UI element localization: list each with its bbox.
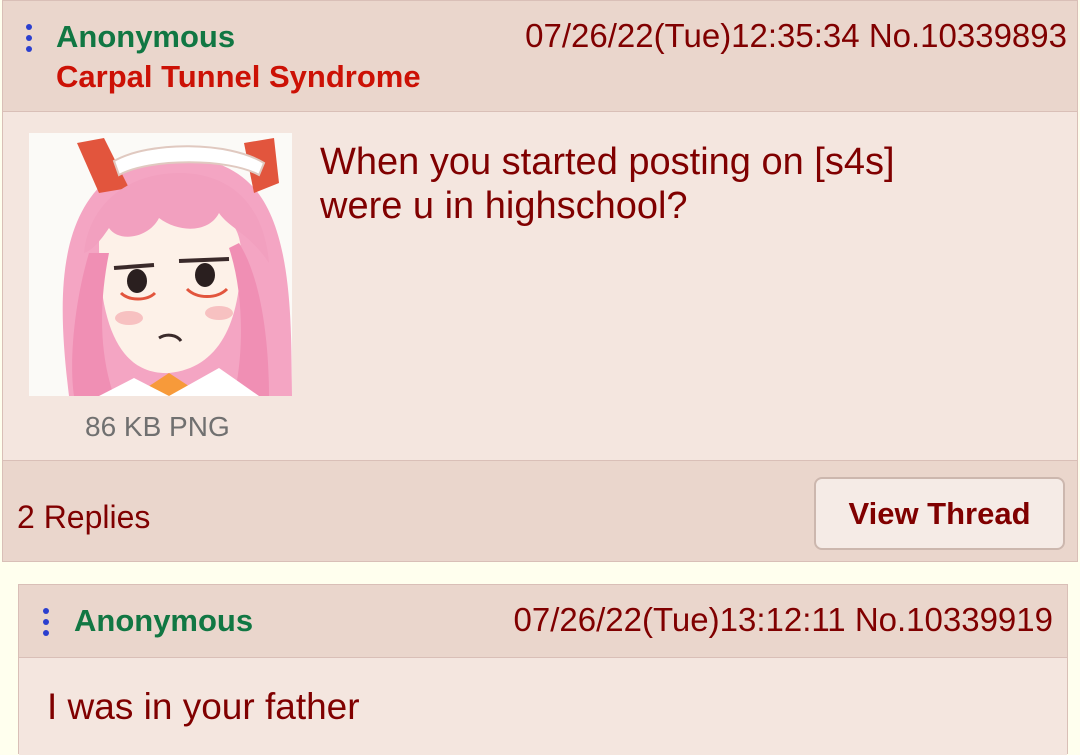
post-meta: 07/26/22(Tue)13:12:11 No.10339919: [514, 601, 1053, 639]
op-post-header: Anonymous Carpal Tunnel Syndrome 07/26/2…: [3, 1, 1077, 112]
poster-name: Anonymous: [56, 19, 236, 54]
reply-post-header: Anonymous 07/26/22(Tue)13:12:11 No.10339…: [19, 585, 1067, 658]
file-info: 86 KB PNG: [85, 411, 230, 442]
post-menu-icon[interactable]: [43, 608, 49, 636]
post-menu-icon[interactable]: [26, 24, 32, 52]
post-subject: Carpal Tunnel Syndrome: [56, 59, 421, 94]
op-post: Anonymous Carpal Tunnel Syndrome 07/26/2…: [2, 0, 1078, 562]
post-comment: When you started posting on [s4s] were u…: [320, 141, 895, 227]
post-number[interactable]: No.10339919: [855, 601, 1053, 638]
post-number[interactable]: No.10339893: [869, 17, 1067, 54]
post-meta: 07/26/22(Tue)12:35:34 No.10339893: [525, 17, 1067, 55]
op-post-body: 86 KB PNG When you started posting on [s…: [3, 112, 1077, 460]
post-datetime: 07/26/22(Tue)12:35:34: [525, 17, 860, 54]
post-datetime: 07/26/22(Tue)13:12:11: [513, 601, 846, 638]
reply-count: 2 Replies: [17, 499, 151, 535]
post-comment: I was in your father: [47, 686, 360, 727]
poster-name: Anonymous: [74, 603, 254, 638]
view-thread-button[interactable]: View Thread: [814, 477, 1065, 550]
reply-post: Anonymous 07/26/22(Tue)13:12:11 No.10339…: [18, 584, 1068, 755]
anime-girl-thumbnail-icon[interactable]: [29, 133, 292, 396]
reply-post-body: I was in your father: [19, 658, 1067, 755]
op-post-footer: 2 Replies View Thread: [3, 460, 1077, 561]
